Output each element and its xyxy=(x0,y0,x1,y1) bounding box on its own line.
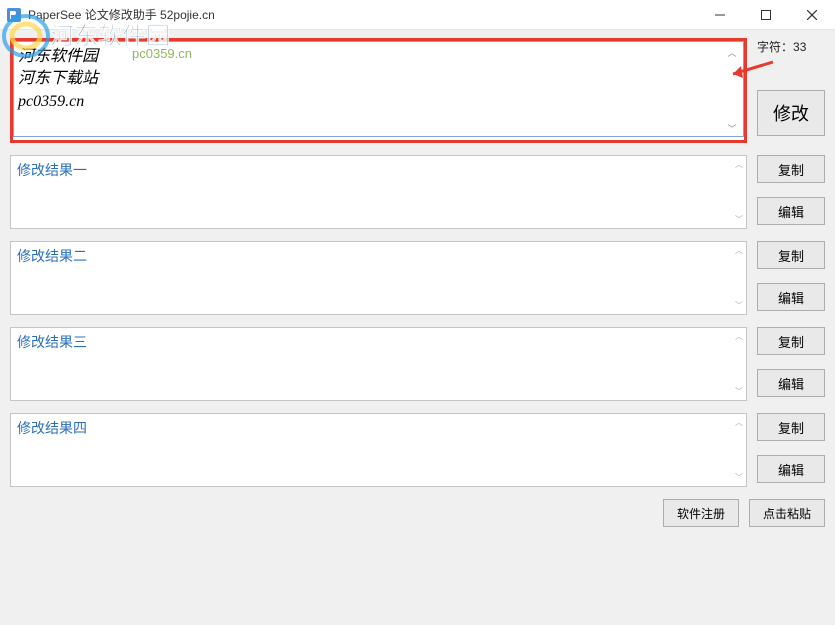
scroll-down-icon: ﹀ xyxy=(735,300,743,311)
main-textarea[interactable] xyxy=(13,41,744,137)
footer-buttons: 软件注册 点击粘贴 xyxy=(10,499,825,527)
scroll-down-icon: ﹀ xyxy=(735,214,743,225)
window-title: PaperSee 论文修改助手 52pojie.cn xyxy=(28,6,697,23)
scroll-down-icon: ﹀ xyxy=(735,386,743,397)
result-row-1: 修改结果一 ︿ ﹀ 复制 编辑 xyxy=(10,155,825,229)
result-box-2[interactable]: 修改结果二 ︿ ﹀ xyxy=(10,241,747,315)
input-row: ︿ ﹀ 字符：33 修改 xyxy=(10,38,825,143)
result-row-2: 修改结果二 ︿ ﹀ 复制 编辑 xyxy=(10,241,825,315)
scroll-up-icon: ︿ xyxy=(735,417,743,428)
result-title-1: 修改结果一 xyxy=(17,160,728,180)
maximize-button[interactable] xyxy=(743,0,789,30)
edit-button-4[interactable]: 编辑 xyxy=(757,455,825,483)
edit-button-3[interactable]: 编辑 xyxy=(757,369,825,397)
result-buttons-1: 复制 编辑 xyxy=(757,155,825,229)
result-box-1[interactable]: 修改结果一 ︿ ﹀ xyxy=(10,155,747,229)
result-title-3: 修改结果三 xyxy=(17,332,728,352)
edit-button-2[interactable]: 编辑 xyxy=(757,283,825,311)
edit-button-1[interactable]: 编辑 xyxy=(757,197,825,225)
result-box-3[interactable]: 修改结果三 ︿ ﹀ xyxy=(10,327,747,401)
close-button[interactable] xyxy=(789,0,835,30)
copy-button-3[interactable]: 复制 xyxy=(757,327,825,355)
register-button[interactable]: 软件注册 xyxy=(663,499,739,527)
copy-button-1[interactable]: 复制 xyxy=(757,155,825,183)
result-title-4: 修改结果四 xyxy=(17,418,728,438)
scroll-up-icon: ︿ xyxy=(735,245,743,256)
result-title-2: 修改结果二 xyxy=(17,246,728,266)
modify-button[interactable]: 修改 xyxy=(757,90,825,136)
char-count-value: 33 xyxy=(793,40,806,54)
result-buttons-3: 复制 编辑 xyxy=(757,327,825,401)
char-count-label: 字符：33 xyxy=(757,38,825,56)
char-label-text: 字符： xyxy=(757,40,793,54)
titlebar: PaperSee 论文修改助手 52pojie.cn xyxy=(0,0,835,30)
result-buttons-4: 复制 编辑 xyxy=(757,413,825,487)
input-highlight-frame: ︿ ﹀ xyxy=(10,38,747,143)
input-side-panel: 字符：33 修改 xyxy=(757,38,825,143)
app-icon xyxy=(6,7,22,23)
result-row-3: 修改结果三 ︿ ﹀ 复制 编辑 xyxy=(10,327,825,401)
copy-button-4[interactable]: 复制 xyxy=(757,413,825,441)
scroll-up-icon: ︿ xyxy=(735,331,743,342)
scroll-up-icon: ︿ xyxy=(735,159,743,170)
paste-button[interactable]: 点击粘贴 xyxy=(749,499,825,527)
annotation-arrow xyxy=(757,64,825,82)
result-box-4[interactable]: 修改结果四 ︿ ﹀ xyxy=(10,413,747,487)
result-row-4: 修改结果四 ︿ ﹀ 复制 编辑 xyxy=(10,413,825,487)
content-area: ︿ ﹀ 字符：33 修改 修改结果一 ︿ ﹀ 复制 编辑 修改结果二 ︿ ﹀ xyxy=(0,30,835,625)
minimize-button[interactable] xyxy=(697,0,743,30)
copy-button-2[interactable]: 复制 xyxy=(757,241,825,269)
result-buttons-2: 复制 编辑 xyxy=(757,241,825,315)
scroll-down-icon: ﹀ xyxy=(735,472,743,483)
